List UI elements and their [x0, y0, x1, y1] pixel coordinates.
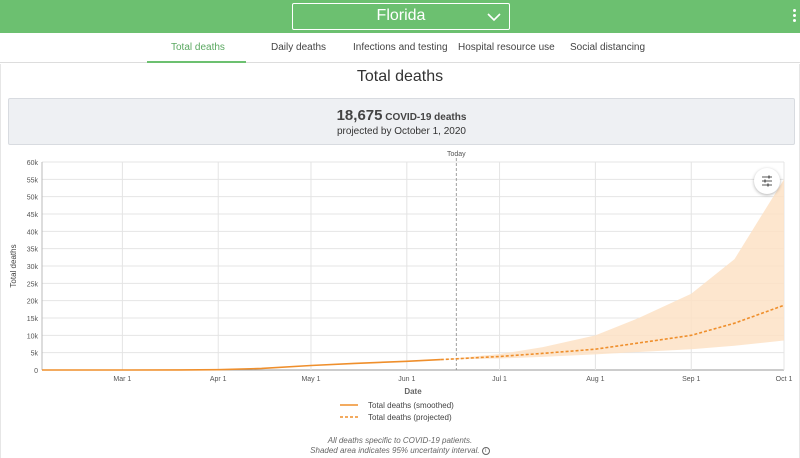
- sliders-icon: [762, 175, 772, 187]
- y-tick-label: 25k: [27, 281, 39, 288]
- chart-note-2: Shaded area indicates 95% uncertainty in…: [0, 446, 800, 455]
- uncertainty-band: [440, 179, 784, 360]
- active-tab-indicator: [147, 61, 246, 63]
- tab-hospital-resource-use[interactable]: Hospital resource use: [458, 42, 555, 53]
- legend-label: Total deaths (smoothed): [368, 401, 454, 410]
- tab-social-distancing[interactable]: Social distancing: [570, 42, 645, 53]
- chart-note-1: All deaths specific to COVID-19 patients…: [327, 436, 473, 445]
- tab-total-deaths[interactable]: Total deaths: [171, 42, 225, 53]
- chevron-down-icon: [487, 13, 501, 22]
- y-tick-label: 5k: [31, 351, 39, 358]
- summary-subtitle: projected by October 1, 2020: [337, 126, 466, 137]
- y-axis-title: Total deaths: [9, 244, 18, 287]
- series-line-smoothed: [42, 358, 441, 371]
- y-tick-label: 55k: [27, 177, 39, 184]
- today-marker-label: Today: [447, 151, 466, 158]
- x-tick-label: Jun 1: [398, 376, 415, 383]
- tab-bar: Total deaths Daily deaths Infections and…: [0, 33, 800, 63]
- x-tick-label: Aug 1: [586, 376, 604, 383]
- legend-label: Total deaths (projected): [368, 413, 452, 422]
- top-bar: Florida: [0, 0, 800, 33]
- y-tick-label: 20k: [27, 299, 39, 306]
- summary-unit: COVID-19 deaths: [385, 112, 467, 123]
- chart-note-2-text: Shaded area indicates 95% uncertainty in…: [310, 446, 480, 455]
- y-tick-label: 45k: [27, 212, 39, 219]
- x-tick-label: Oct 1: [776, 376, 793, 383]
- x-tick-label: Sep 1: [682, 376, 700, 383]
- x-tick-label: Apr 1: [210, 376, 227, 383]
- y-tick-label: 10k: [27, 333, 39, 340]
- y-tick-label: 50k: [27, 195, 39, 202]
- x-tick-label: May 1: [301, 376, 320, 383]
- summary-card: 18,675 COVID-19 deaths projected by Octo…: [8, 98, 795, 145]
- y-tick-label: 0: [34, 368, 38, 375]
- x-tick-label: Jul 1: [492, 376, 507, 383]
- y-tick-label: 40k: [27, 229, 39, 236]
- state-select-value: Florida: [376, 7, 426, 24]
- page-title: Total deaths: [356, 68, 444, 85]
- x-tick-label: Mar 1: [113, 376, 131, 383]
- state-select[interactable]: Florida: [292, 3, 510, 30]
- y-tick-label: 35k: [27, 247, 39, 254]
- summary-count: 18,675: [336, 107, 383, 124]
- total-deaths-chart: 0 5k 10k 15k 20k 25k 30k 35k 40k 45k 50k 55k 60k Mar …: [9, 151, 793, 422]
- y-tick-label: 60k: [27, 160, 39, 167]
- info-icon[interactable]: i: [481, 446, 490, 455]
- more-options-icon[interactable]: [792, 9, 798, 25]
- x-axis-title: Date: [404, 387, 422, 396]
- y-tick-label: 15k: [27, 316, 39, 323]
- tab-infections-testing[interactable]: Infections and testing: [353, 42, 448, 53]
- chart-settings-button[interactable]: [754, 168, 780, 194]
- y-tick-label: 30k: [27, 264, 39, 271]
- tab-daily-deaths[interactable]: Daily deaths: [271, 42, 326, 53]
